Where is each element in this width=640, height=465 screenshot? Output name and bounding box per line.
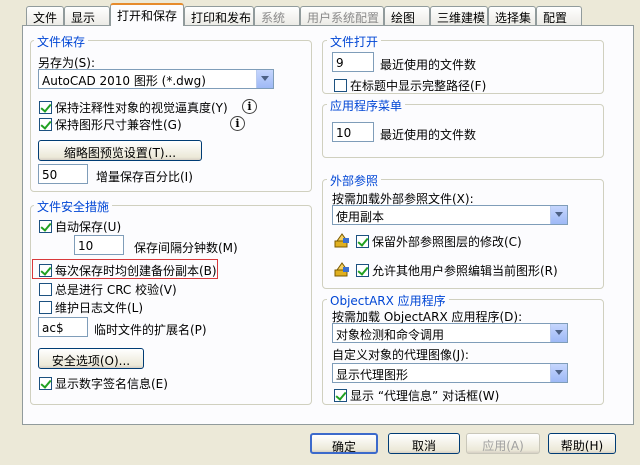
arx-demand-load-value: 对象检测和命令调用 xyxy=(336,328,445,342)
proxy-dialog-label: 显示 “代理信息” 对话框(W) xyxy=(350,389,500,403)
info-icon[interactable]: i xyxy=(230,116,245,131)
arx-demand-load-select[interactable]: 对象检测和命令调用 xyxy=(332,323,568,343)
xref-layer-icon xyxy=(334,233,349,248)
annotative-fidelity-label: 保持注释性对象的视觉逼真度(Y) xyxy=(55,101,228,115)
xref-edit-icon xyxy=(334,262,349,277)
digital-signature-label: 显示数字签名信息(E) xyxy=(55,377,168,391)
full-path-label: 在标题中显示完整路径(F) xyxy=(350,79,487,93)
app-menu-recent-label: 最近使用的文件数 xyxy=(380,128,477,142)
drawing-size-compat-checkbox[interactable] xyxy=(39,118,52,131)
annotative-fidelity-checkbox[interactable] xyxy=(39,101,52,114)
autosave-checkbox[interactable] xyxy=(39,220,52,233)
thumbnail-settings-button[interactable]: 缩略图预览设置(T)... xyxy=(38,140,202,161)
incremental-save-input[interactable]: 50 xyxy=(38,164,88,184)
crc-check-label: 总是进行 CRC 校验(V) xyxy=(55,283,177,297)
tab-selection[interactable]: 选择集 xyxy=(488,6,536,25)
allow-xref-edit-label: 允许其他用户参照编辑当前图形(R) xyxy=(372,264,558,278)
backup-copy-label: 每次保存时均创建备份副本(B) xyxy=(55,264,217,278)
autosave-label: 自动保存(U) xyxy=(55,220,122,234)
incremental-save-label: 增量保存百分比(I) xyxy=(96,170,193,184)
drawing-size-compat-label: 保持图形尺寸兼容性(G) xyxy=(55,118,182,132)
tab-drafting[interactable]: 绘图 xyxy=(384,6,430,25)
info-icon[interactable]: i xyxy=(242,99,257,114)
security-options-button[interactable]: 安全选项(O)... xyxy=(38,348,144,369)
allow-xref-edit-checkbox[interactable] xyxy=(356,264,369,277)
chevron-down-icon[interactable] xyxy=(256,70,273,88)
tab-open-and-save[interactable]: 打开和保存 xyxy=(110,3,184,26)
help-button[interactable]: 帮助(H) xyxy=(548,433,616,454)
log-file-label: 维护日志文件(L) xyxy=(55,301,144,315)
autosave-minutes-input[interactable]: 10 xyxy=(74,235,124,255)
save-as-select[interactable]: AutoCAD 2010 图形 (*.dwg) xyxy=(38,69,274,89)
retain-xref-layer-label: 保留外部参照图层的修改(C) xyxy=(372,235,522,249)
apply-button[interactable]: 应用(A) xyxy=(466,433,540,454)
app-menu-title: 应用程序菜单 xyxy=(327,97,406,114)
app-menu-recent-input[interactable]: 10 xyxy=(332,122,374,142)
objectarx-title: ObjectARX 应用程序 xyxy=(327,292,449,309)
recent-files-label: 最近使用的文件数 xyxy=(380,58,477,72)
chevron-down-icon[interactable] xyxy=(550,324,567,342)
tab-user-preferences[interactable]: 用户系统配置 xyxy=(300,6,384,25)
tab-profiles[interactable]: 配置 xyxy=(536,6,582,25)
retain-xref-layer-checkbox[interactable] xyxy=(356,235,369,248)
crc-check-checkbox[interactable] xyxy=(39,283,52,296)
save-as-value: AutoCAD 2010 图形 (*.dwg) xyxy=(42,74,206,88)
autosave-minutes-label: 保存间隔分钟数(M) xyxy=(134,241,238,255)
tab-plot-and-publish[interactable]: 打印和发布 xyxy=(184,6,254,25)
backup-copy-checkbox[interactable] xyxy=(39,264,52,277)
xref-title: 外部参照 xyxy=(327,172,382,189)
temp-ext-input[interactable]: ac$ xyxy=(38,317,88,337)
tab-3d-modeling[interactable]: 三维建模 xyxy=(430,6,488,25)
cancel-button[interactable]: 取消 xyxy=(388,433,460,454)
full-path-checkbox[interactable] xyxy=(334,79,347,92)
ok-button[interactable]: 确定 xyxy=(310,433,378,454)
file-open-title: 文件打开 xyxy=(327,33,382,50)
digital-signature-checkbox[interactable] xyxy=(39,377,52,390)
tab-display[interactable]: 显示 xyxy=(64,6,110,25)
xref-demand-load-value: 使用副本 xyxy=(336,210,385,224)
proxy-image-value: 显示代理图形 xyxy=(336,368,409,382)
proxy-image-label: 自定义对象的代理图像(J): xyxy=(332,348,469,362)
log-file-checkbox[interactable] xyxy=(39,301,52,314)
file-save-title: 文件保存 xyxy=(34,33,89,50)
tab-files[interactable]: 文件 xyxy=(26,6,64,25)
recent-files-input[interactable]: 9 xyxy=(332,52,374,72)
chevron-down-icon[interactable] xyxy=(550,206,567,224)
chevron-down-icon[interactable] xyxy=(550,364,567,382)
tab-system[interactable]: 系统 xyxy=(254,6,300,25)
temp-ext-label: 临时文件的扩展名(P) xyxy=(94,323,207,337)
xref-demand-load-select[interactable]: 使用副本 xyxy=(332,205,568,225)
file-safety-title: 文件安全措施 xyxy=(34,198,113,215)
proxy-image-select[interactable]: 显示代理图形 xyxy=(332,363,568,383)
proxy-dialog-checkbox[interactable] xyxy=(334,389,347,402)
